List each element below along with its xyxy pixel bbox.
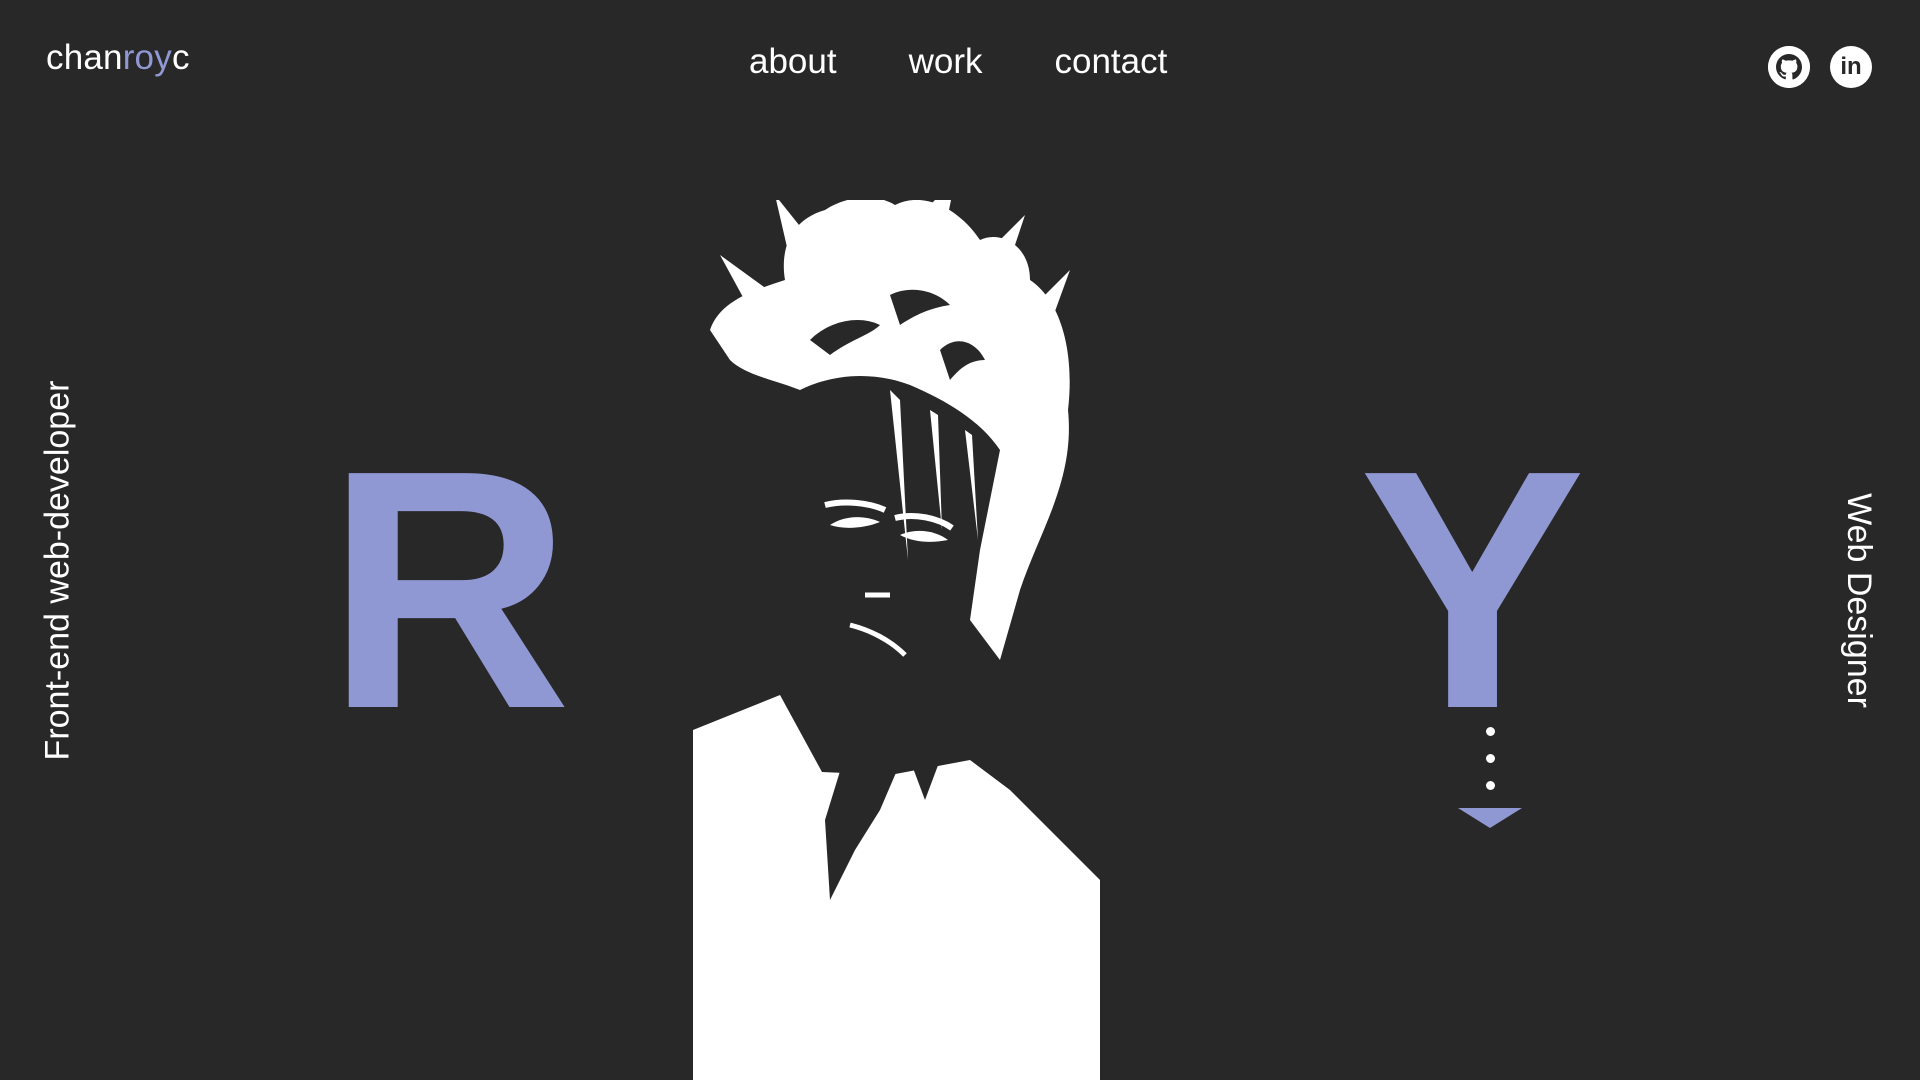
logo-suffix: c: [171, 38, 190, 77]
nav-work-link[interactable]: work: [909, 44, 983, 79]
scroll-dot: [1486, 781, 1495, 790]
github-icon[interactable]: [1768, 46, 1810, 88]
chevron-down-icon: [1458, 808, 1522, 828]
site-logo[interactable]: chanroyc: [46, 40, 190, 75]
right-tagline-text: Web Designer: [1839, 492, 1878, 708]
logo-accent: roy: [122, 38, 172, 77]
github-icon-graphic: [1768, 46, 1810, 88]
social-links: in: [1768, 46, 1872, 88]
left-tagline: Front-end web-developer: [38, 368, 78, 772]
linkedin-icon[interactable]: in: [1830, 46, 1872, 88]
hero-letter-r: R: [326, 400, 572, 780]
scroll-down-indicator[interactable]: [1458, 725, 1522, 835]
right-tagline: Web Designer: [1838, 484, 1878, 716]
logo-prefix: chan: [46, 38, 123, 77]
scroll-dot: [1486, 754, 1495, 763]
linkedin-icon-label: in: [1840, 53, 1862, 80]
hero-letter-y: Y: [1359, 400, 1586, 780]
nav-contact-link[interactable]: contact: [1055, 44, 1168, 79]
portrait-illustration: [693, 200, 1100, 1080]
left-tagline-text: Front-end web-developer: [38, 380, 77, 760]
scroll-dot: [1486, 727, 1495, 736]
nav-about-link[interactable]: about: [749, 44, 837, 79]
main-nav: about work contact: [749, 44, 1167, 79]
